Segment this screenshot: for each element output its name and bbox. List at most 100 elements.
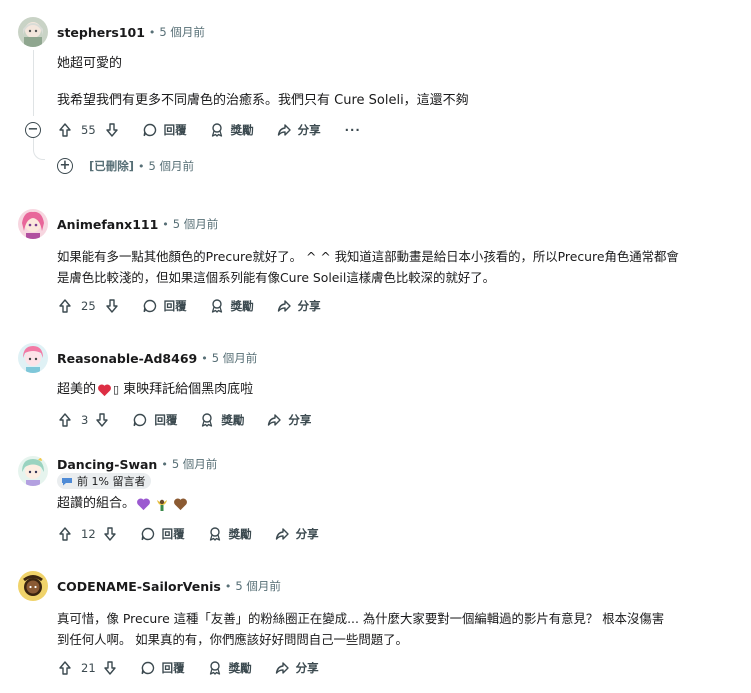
reply-button[interactable]: 回覆: [132, 412, 177, 428]
comment-body: 超美的 ▯ 東映拜託給個黑肉底啦: [57, 379, 253, 400]
share-button[interactable]: 分享: [276, 122, 321, 138]
share-icon: [268, 414, 282, 426]
purple-heart-icon: [137, 497, 150, 510]
upvote-icon: [59, 661, 71, 675]
upvote-button[interactable]: [57, 526, 73, 542]
share-button[interactable]: 分享: [274, 660, 319, 676]
reply-label: 回覆: [161, 661, 185, 675]
comment-text: 超讚的組合。: [57, 496, 136, 511]
deleted-comment-meta: [已刪除] • 5 個月前: [89, 158, 194, 174]
username[interactable]: Reasonable-Ad8469: [57, 351, 197, 366]
more-options-icon: ···: [344, 123, 361, 137]
downvote-button[interactable]: [104, 122, 120, 138]
expand-button[interactable]: +: [57, 158, 73, 174]
upvote-icon: [59, 123, 71, 137]
downvote-button[interactable]: [102, 660, 118, 676]
comment-meta: Dancing-Swan • 5 個月前: [57, 456, 217, 472]
downvote-icon: [105, 299, 118, 313]
upvote-button[interactable]: [57, 298, 73, 314]
vote-count: 25: [81, 299, 96, 313]
comment-line: 到任何人啊。 如果真的有，你們應該好好問問自己一些問題了。: [57, 632, 408, 647]
thread-line[interactable]: [33, 50, 34, 116]
timestamp[interactable]: 5 個月前: [173, 216, 218, 232]
avatar[interactable]: [18, 456, 48, 486]
comment-actions: 3 回覆 獎勵 分享: [57, 408, 311, 432]
award-icon: [209, 661, 220, 675]
downvote-button[interactable]: [102, 526, 118, 542]
share-label: 分享: [288, 413, 312, 427]
upvote-icon: [59, 527, 71, 541]
avatar[interactable]: [18, 571, 48, 601]
vote-count: 3: [81, 413, 89, 427]
fairy-icon: [157, 499, 168, 511]
award-button[interactable]: 獎勵: [207, 660, 252, 676]
timestamp[interactable]: 5 個月前: [212, 350, 257, 366]
downvote-icon: [103, 661, 116, 675]
upvote-button[interactable]: [57, 122, 73, 138]
comment-actions: 25 回覆 獎勵 分享: [57, 294, 321, 318]
upvote-button[interactable]: [57, 412, 73, 428]
collapse-button[interactable]: −: [25, 122, 41, 138]
comment-body: 真可惜，像 Precure 這種「友善」的粉絲圈正在變成... 為什麼大家要對一…: [57, 608, 664, 650]
username[interactable]: Animefanx111: [57, 217, 158, 232]
comment-bubble-icon: [141, 527, 154, 541]
downvote-icon: [105, 123, 118, 137]
username[interactable]: stephers101: [57, 25, 145, 40]
reply-label: 回覆: [161, 527, 185, 541]
missing-glyph: ▯: [113, 383, 120, 396]
comment-meta: Animefanx111 • 5 個月前: [57, 216, 218, 232]
timestamp[interactable]: 5 個月前: [149, 158, 194, 174]
award-label: 獎勵: [228, 527, 252, 541]
upvote-button[interactable]: [57, 660, 73, 676]
share-label: 分享: [297, 299, 321, 313]
comment-line: 是膚色比較淺的，但如果這個系列能有像Cure Soleil這樣膚色比較深的就好了…: [57, 270, 496, 285]
comment-meta: CODENAME-SailorVenis • 5 個月前: [57, 578, 281, 594]
separator-dot: •: [224, 579, 232, 593]
reply-label: 回覆: [163, 123, 187, 137]
separator-dot: •: [148, 25, 156, 39]
plus-icon: +: [59, 158, 71, 173]
share-label: 分享: [297, 123, 321, 137]
upvote-icon: [59, 299, 71, 313]
reply-button[interactable]: 回覆: [142, 122, 187, 138]
avatar[interactable]: [18, 343, 48, 373]
upvote-icon: [59, 413, 71, 427]
reply-button[interactable]: 回覆: [140, 660, 185, 676]
comment-body: 如果能有多一點其他顏色的Precure就好了。 ^ ^ 我知道這部動畫是給日本小…: [57, 246, 679, 288]
award-button[interactable]: 獎勵: [209, 298, 254, 314]
username[interactable]: CODENAME-SailorVenis: [57, 579, 221, 594]
comment-actions: 55 回覆 獎勵 分享 ···: [57, 118, 361, 142]
comment-meta: Reasonable-Ad8469 • 5 個月前: [57, 350, 257, 366]
timestamp[interactable]: 5 個月前: [235, 578, 280, 594]
top-commenter-flair[interactable]: 前 1% 留言者: [57, 473, 152, 489]
share-button[interactable]: 分享: [274, 526, 319, 542]
brown-heart-icon: [174, 497, 187, 510]
timestamp[interactable]: 5 個月前: [159, 24, 204, 40]
username[interactable]: Dancing-Swan: [57, 457, 157, 472]
comment-bubble-icon: [143, 123, 156, 137]
red-heart-icon: [98, 383, 111, 396]
comment-text: 超美的: [57, 382, 97, 397]
vote-count: 21: [81, 661, 96, 675]
share-button[interactable]: 分享: [276, 298, 321, 314]
downvote-icon: [103, 527, 116, 541]
award-button[interactable]: 獎勵: [209, 122, 254, 138]
downvote-button[interactable]: [94, 412, 110, 428]
avatar[interactable]: [18, 209, 48, 239]
reply-button[interactable]: 回覆: [142, 298, 187, 314]
reply-button[interactable]: 回覆: [140, 526, 185, 542]
reply-label: 回覆: [154, 413, 178, 427]
comment-actions: 21 回覆 獎勵 分享: [57, 656, 319, 680]
more-options-button[interactable]: ···: [345, 123, 361, 137]
award-button[interactable]: 獎勵: [199, 412, 244, 428]
comment-line: 我希望我們有更多不同膚色的治癒系。我們只有 Cure Soleli，這還不夠: [57, 93, 469, 108]
comment-meta: stephers101 • 5 個月前: [57, 24, 205, 40]
share-button[interactable]: 分享: [266, 412, 311, 428]
comment-bubble-icon: [141, 661, 154, 675]
downvote-button[interactable]: [104, 298, 120, 314]
timestamp[interactable]: 5 個月前: [172, 456, 217, 472]
reply-label: 回覆: [163, 299, 187, 313]
award-button[interactable]: 獎勵: [207, 526, 252, 542]
comment-bubble-icon: [143, 299, 156, 313]
avatar[interactable]: [18, 17, 48, 47]
